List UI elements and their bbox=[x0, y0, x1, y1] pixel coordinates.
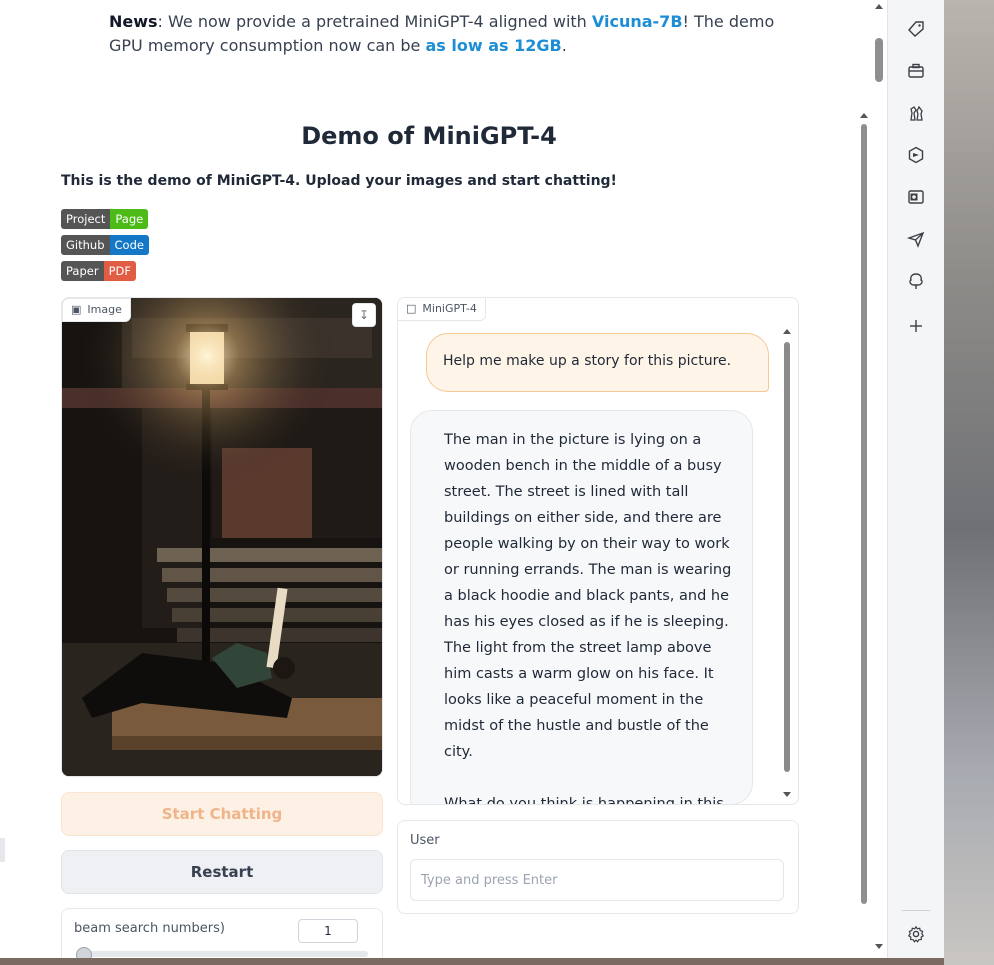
add-icon[interactable] bbox=[903, 313, 929, 339]
vicuna-link[interactable]: Vicuna-7B bbox=[592, 12, 683, 31]
beam-search-slider-track[interactable] bbox=[76, 951, 368, 957]
outlook-icon[interactable] bbox=[903, 184, 929, 210]
image-label-text: Image bbox=[87, 303, 122, 316]
gradio-page: News: We now provide a pretrained MiniGP… bbox=[0, 0, 887, 958]
sidebar-divider bbox=[902, 910, 930, 911]
chat-bubble-icon: □ bbox=[406, 302, 417, 315]
github-code-badge[interactable]: Github Code bbox=[61, 235, 149, 255]
badge-right: Code bbox=[109, 235, 149, 255]
beam-search-slider-panel: beam search numbers) 1 bbox=[61, 908, 383, 958]
badge-left: Paper bbox=[61, 261, 104, 281]
chatbot-label-text: MiniGPT-4 bbox=[422, 302, 477, 315]
chess-icon[interactable] bbox=[903, 100, 929, 126]
bot-message: The man in the picture is lying on a woo… bbox=[410, 410, 753, 805]
badge-left: Github bbox=[61, 235, 110, 255]
news-text-3: . bbox=[561, 36, 567, 55]
chat-scrollbar[interactable] bbox=[783, 328, 791, 798]
user-input-panel: User bbox=[397, 820, 799, 914]
taskbar-edge bbox=[0, 958, 944, 965]
news-banner: News: We now provide a pretrained MiniGP… bbox=[109, 10, 789, 58]
desktop-background bbox=[944, 0, 994, 965]
badge-right: PDF bbox=[103, 261, 136, 281]
user-input-label: User bbox=[410, 833, 440, 848]
street-lamp-photo bbox=[62, 298, 382, 776]
briefcase-icon[interactable] bbox=[903, 58, 929, 84]
memory-link[interactable]: as low as 12GB bbox=[425, 36, 561, 55]
user-message-input[interactable] bbox=[410, 859, 784, 901]
chat-scrollbar-thumb[interactable] bbox=[784, 342, 790, 772]
beam-search-slider-thumb[interactable] bbox=[76, 947, 92, 958]
tag-icon[interactable] bbox=[903, 16, 929, 42]
download-icon[interactable]: ↧ bbox=[352, 303, 376, 327]
paper-pdf-badge[interactable]: Paper PDF bbox=[61, 261, 136, 281]
copilot-icon[interactable] bbox=[903, 142, 929, 168]
user-message: Help me make up a story for this picture… bbox=[426, 333, 769, 392]
project-page-badge[interactable]: Project Page bbox=[61, 209, 149, 229]
bot-message-paragraph: The man in the picture is lying on a woo… bbox=[444, 432, 732, 760]
browser-sidebar bbox=[887, 0, 945, 958]
badge-right: Page bbox=[110, 209, 149, 229]
image-icon: ▣ bbox=[71, 303, 82, 316]
window-scroll-arrows-icon bbox=[875, 4, 883, 949]
news-text-1: : We now provide a pretrained MiniGPT-4 … bbox=[157, 12, 592, 31]
image-label: ▣ Image bbox=[62, 298, 131, 322]
settings-icon[interactable] bbox=[903, 921, 929, 947]
window-scrollbar-thumb[interactable] bbox=[875, 38, 883, 82]
beam-search-number-input[interactable]: 1 bbox=[298, 919, 358, 943]
beam-search-label: beam search numbers) bbox=[74, 921, 225, 936]
uploaded-image[interactable] bbox=[61, 297, 383, 777]
tree-icon[interactable] bbox=[903, 268, 929, 294]
badge-left: Project bbox=[61, 209, 111, 229]
window-scrollbar[interactable] bbox=[872, 0, 887, 958]
page-title: Demo of MiniGPT-4 bbox=[301, 122, 557, 150]
bot-message-paragraph: What do you think is happening in this p… bbox=[444, 796, 724, 805]
left-edge-tab bbox=[0, 838, 5, 862]
chatbot-panel: □ MiniGPT-4 Help me make up a story for … bbox=[397, 297, 799, 805]
page-subtitle: This is the demo of MiniGPT-4. Upload yo… bbox=[61, 173, 617, 189]
chatbot-label: □ MiniGPT-4 bbox=[398, 298, 486, 321]
frame-scrollbar[interactable] bbox=[858, 110, 870, 908]
news-label: News bbox=[109, 12, 158, 31]
restart-button[interactable]: Restart bbox=[61, 850, 383, 894]
start-chatting-button[interactable]: Start Chatting bbox=[61, 792, 383, 836]
send-icon[interactable] bbox=[903, 226, 929, 252]
frame-scrollbar-thumb[interactable] bbox=[861, 124, 867, 904]
